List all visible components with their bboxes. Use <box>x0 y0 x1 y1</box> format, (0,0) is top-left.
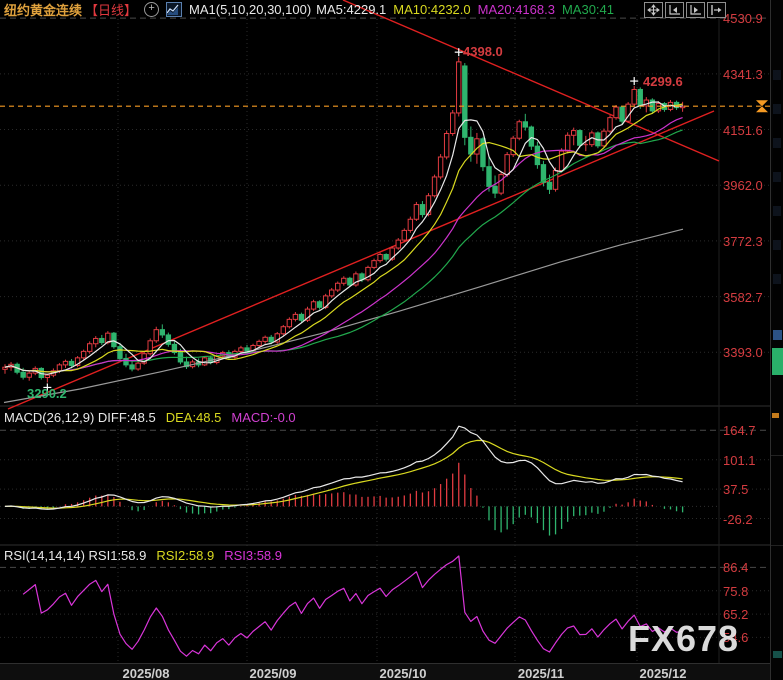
macd-value: MACD:-0.0 <box>231 410 295 425</box>
y-axis-tick: 86.4 <box>723 560 748 575</box>
ma10-value: MA10:4232.0 <box>393 2 470 17</box>
y-axis-tick: 37.5 <box>723 482 748 497</box>
y-axis-tick: 75.8 <box>723 584 748 599</box>
axis-expand-icon[interactable] <box>686 2 705 18</box>
right-panel-sliver <box>770 0 783 680</box>
ma5-value: MA5:4229.1 <box>316 2 386 17</box>
chart-app: 纽约黄金连续 【日线】 + MA1(5,10,20,30,100) MA5:42… <box>0 0 783 680</box>
x-axis-tick: 2025/09 <box>241 666 305 680</box>
sliver-divider <box>771 455 783 456</box>
y-axis-tick: 4530.9 <box>723 11 763 26</box>
x-axis-tick: 2025/10 <box>371 666 435 680</box>
second-high-label: 4299.6 <box>643 74 683 89</box>
rsi2-value: RSI2:58.9 <box>156 548 214 563</box>
rsi-legend: RSI(14,14,14) RSI1:58.9 RSI2:58.9 RSI3:5… <box>4 548 282 563</box>
y-axis-tick: 164.7 <box>723 423 756 438</box>
y-axis-tick: 3393.0 <box>723 345 763 360</box>
peak-high-label: 4398.0 <box>463 44 503 59</box>
sliver-fragment <box>773 70 781 300</box>
crosshair-move-icon[interactable] <box>644 2 663 18</box>
sliver-fragment <box>772 413 779 418</box>
sliver-fragment <box>773 330 782 340</box>
ma20-value: MA20:4168.3 <box>478 2 555 17</box>
main-legend: 纽约黄金连续 【日线】 + MA1(5,10,20,30,100) MA5:42… <box>4 1 614 17</box>
macd-title: MACD(26,12,9) DIFF:48.5 <box>4 410 156 425</box>
rsi3-value: RSI3:58.9 <box>224 548 282 563</box>
ma30-value: MA30:41 <box>562 2 614 17</box>
ma-group-label: MA1(5,10,20,30,100) <box>189 2 311 17</box>
chart-type-icon[interactable] <box>166 2 182 17</box>
macd-legend: MACD(26,12,9) DIFF:48.5 DEA:48.5 MACD:-0… <box>4 410 296 425</box>
y-axis-tick: -26.2 <box>723 512 753 527</box>
y-axis-tick: 4341.3 <box>723 67 763 82</box>
dea-value: DEA:48.5 <box>166 410 222 425</box>
x-axis-tick: 2025/11 <box>509 666 573 680</box>
sliver-fragment <box>772 348 783 375</box>
chart-toolbar <box>644 2 726 18</box>
low-label: 3290.2 <box>27 386 67 401</box>
add-indicator-icon[interactable]: + <box>144 2 159 17</box>
y-axis-tick: 101.1 <box>723 453 756 468</box>
symbol-name[interactable]: 纽约黄金连续 <box>4 0 82 19</box>
y-axis-tick: 3772.3 <box>723 234 763 249</box>
y-axis-tick: 4151.6 <box>723 123 763 138</box>
pan-right-icon[interactable] <box>707 2 726 18</box>
period-label[interactable]: 【日线】 <box>85 0 137 19</box>
watermark: FX678 <box>628 618 739 660</box>
sliver-fragment <box>773 651 782 658</box>
x-axis-tick: 2025/12 <box>631 666 695 680</box>
axis-compress-icon[interactable] <box>665 2 684 18</box>
y-axis-tick: 3582.7 <box>723 290 763 305</box>
rsi1-title: RSI(14,14,14) RSI1:58.9 <box>4 548 146 563</box>
y-axis-tick: 3962.0 <box>723 178 763 193</box>
chart-canvas[interactable] <box>0 0 783 680</box>
sliver-divider <box>771 545 783 546</box>
x-axis-tick: 2025/08 <box>114 666 178 680</box>
